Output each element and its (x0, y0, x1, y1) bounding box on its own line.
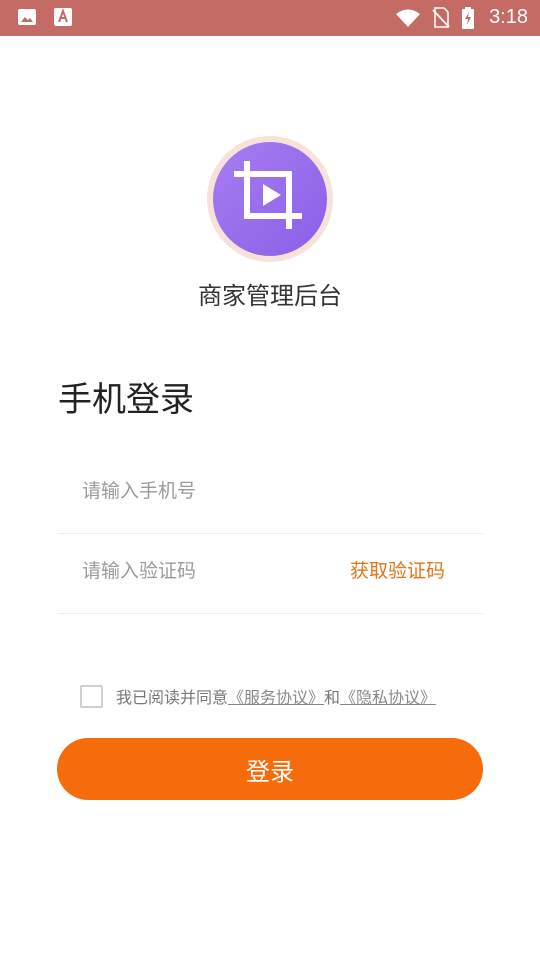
no-sim-icon (431, 6, 451, 28)
font-app-icon (53, 7, 73, 27)
code-field-row: 获取验证码 (58, 528, 483, 614)
get-code-button[interactable]: 获取验证码 (350, 528, 445, 614)
agree-text: 我已阅读并同意 (116, 688, 229, 707)
status-time: 3:18 (489, 6, 528, 28)
video-crop-icon (227, 154, 313, 244)
phone-input[interactable] (82, 448, 342, 534)
page-title: 手机登录 (58, 380, 194, 420)
gallery-icon (17, 7, 37, 27)
and-text: 和 (324, 688, 341, 707)
app-logo (207, 136, 333, 262)
agree-checkbox[interactable] (80, 684, 103, 708)
status-bar: 3:18 (0, 0, 540, 36)
privacy-agreement-link[interactable]: 《隐私协议》 (340, 684, 436, 708)
wifi-icon (395, 8, 421, 28)
phone-field-row (58, 448, 483, 534)
login-button[interactable]: 登录 (57, 738, 483, 800)
agreement-row: 我已阅读并同意 《服务协议》 和 《隐私协议》 (80, 684, 436, 708)
battery-charging-icon (461, 6, 475, 29)
service-agreement-link[interactable]: 《服务协议》 (228, 684, 324, 708)
app-name: 商家管理后台 (198, 282, 342, 310)
code-input[interactable] (82, 528, 342, 614)
